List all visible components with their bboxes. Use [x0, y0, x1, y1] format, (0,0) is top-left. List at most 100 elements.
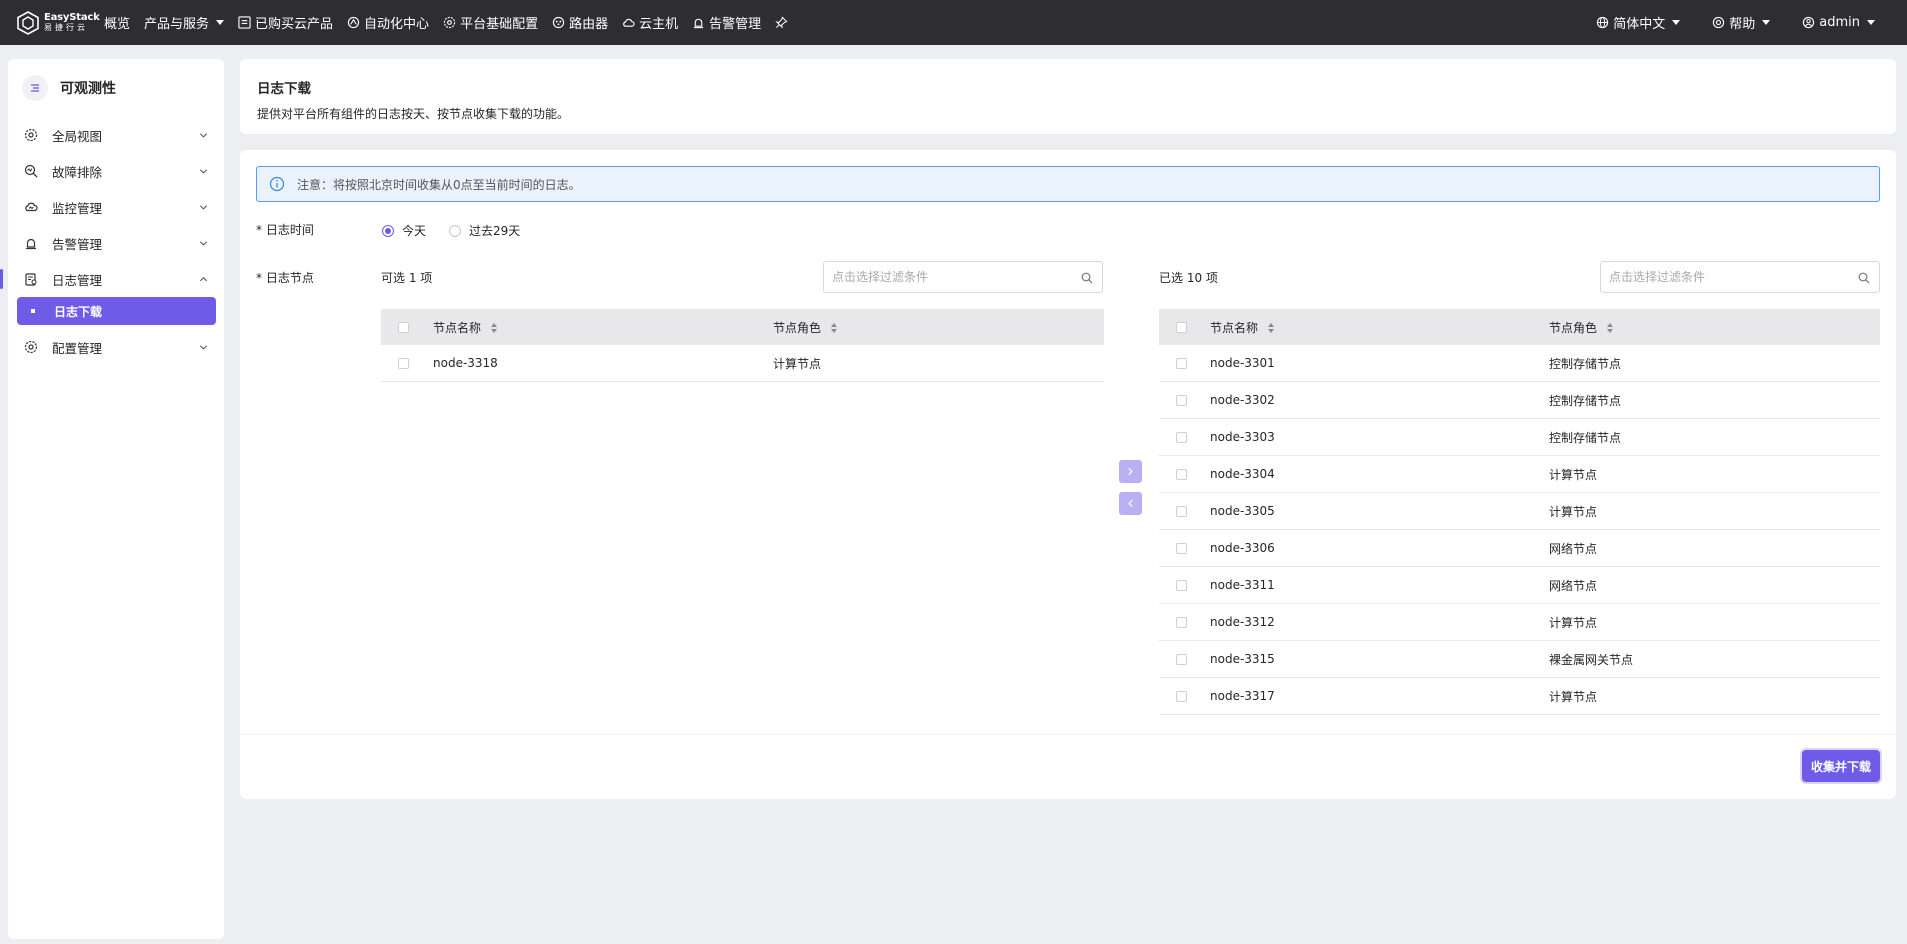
selected-search-input[interactable]: [1609, 270, 1849, 284]
table-row[interactable]: node-3303 控制存储节点: [1159, 419, 1880, 456]
pin-button[interactable]: [775, 16, 788, 29]
help-icon: [1713, 16, 1725, 29]
language-selector[interactable]: 简体中文: [1596, 13, 1681, 32]
selected-count: 已选 10 项: [1159, 271, 1218, 285]
radio-today-label: 今天: [402, 224, 427, 238]
easystack-logo[interactable]: EasyStack 易捷行云: [16, 10, 104, 35]
help-menu[interactable]: 帮助: [1712, 13, 1771, 32]
selected-nodes-table: 节点名称 节点角色 node-3301 控制存储节点 node-3302 控制存储节…: [1159, 309, 1880, 715]
row-checkbox[interactable]: [1176, 468, 1187, 480]
move-left-button[interactable]: [1119, 492, 1142, 515]
row-checkbox[interactable]: [1176, 653, 1187, 665]
node-role-cell: 控制存储节点: [1549, 356, 1622, 371]
row-checkbox[interactable]: [1176, 431, 1187, 443]
nav-purchased-products[interactable]: 已购买云产品: [238, 13, 333, 32]
table-row[interactable]: node-3318 计算节点: [381, 345, 1104, 382]
radio-today[interactable]: 今天: [382, 222, 426, 239]
node-name-cell: node-3301: [1210, 356, 1275, 370]
column-node-role[interactable]: 节点角色: [773, 319, 838, 336]
chevron-down-icon: [199, 345, 208, 350]
row-checkbox[interactable]: [398, 357, 409, 369]
nav-alarm-management[interactable]: 告警管理: [692, 13, 761, 32]
node-role-cell: 计算节点: [1549, 615, 1598, 630]
select-all-checkbox[interactable]: [398, 321, 409, 333]
footer-divider: [240, 734, 1896, 735]
alarm-icon: [26, 238, 36, 250]
sidebar-item-alarm[interactable]: 告警管理: [8, 225, 224, 261]
user-menu[interactable]: admin: [1802, 15, 1875, 30]
row-checkbox[interactable]: [1176, 579, 1187, 591]
radio-past-29-days[interactable]: 过去29天: [449, 222, 520, 239]
available-search-input[interactable]: [832, 270, 1072, 284]
nav-router[interactable]: 路由器: [552, 13, 608, 32]
nav-cloud-host[interactable]: 云主机: [622, 13, 678, 32]
nav-overview[interactable]: 概览: [104, 13, 130, 32]
table-row[interactable]: node-3301 控制存储节点: [1159, 345, 1880, 382]
chevron-down-icon: [199, 241, 208, 246]
selected-search-field[interactable]: [1600, 261, 1880, 293]
row-checkbox[interactable]: [1176, 394, 1187, 406]
collect-and-download-button[interactable]: 收集并下载: [1802, 750, 1880, 782]
row-checkbox[interactable]: [1176, 690, 1187, 702]
notice-text: 注意：将按照北京时间收集从0点至当前时间的日志。: [297, 177, 581, 192]
sidebar-item-label: 全局视图: [52, 128, 103, 144]
column-node-name[interactable]: 节点名称: [433, 319, 498, 336]
chevron-up-icon: [199, 276, 208, 282]
table-row[interactable]: node-3311 网络节点: [1159, 567, 1880, 604]
select-all-checkbox[interactable]: [1176, 321, 1187, 333]
column-node-name[interactable]: 节点名称: [1210, 319, 1275, 336]
sidebar-item-global-view[interactable]: 全局视图: [8, 117, 224, 153]
node-role-cell: 网络节点: [1549, 578, 1598, 593]
sidebar-item-label: 日志管理: [52, 272, 103, 288]
page-header-card: 日志下载 提供对平台所有组件的日志按天、按节点收集下载的功能。: [240, 59, 1896, 134]
nav-automation-center[interactable]: 自动化中心: [347, 13, 429, 32]
nav-products-label: 产品与服务: [144, 17, 210, 32]
table-row[interactable]: node-3302 控制存储节点: [1159, 382, 1880, 419]
log-icon: [25, 273, 37, 286]
node-name-cell: node-3303: [1210, 430, 1275, 444]
row-checkbox[interactable]: [1176, 505, 1187, 517]
nav-platform-config[interactable]: 平台基础配置: [443, 13, 538, 32]
alarm-icon: [693, 18, 704, 29]
sidebar-item-troubleshoot[interactable]: 故障排除: [8, 153, 224, 189]
column-node-role[interactable]: 节点角色: [1549, 319, 1614, 336]
node-role-cell: 网络节点: [1549, 541, 1598, 556]
table-row[interactable]: node-3315 裸金属网关节点: [1159, 641, 1880, 678]
main-nav: 概览 产品与服务 已购买云产品 自动化中心 平台基础配置 路由器 云主机 告警管…: [104, 0, 802, 45]
node-role-cell: 计算节点: [773, 356, 822, 371]
node-name-cell: node-3312: [1210, 615, 1275, 629]
logo-text-en: EasyStack: [44, 11, 100, 23]
router-icon: [552, 16, 565, 29]
nav-platform-config-label: 平台基础配置: [460, 17, 539, 32]
sort-icon: [831, 323, 838, 333]
table-row[interactable]: node-3306 网络节点: [1159, 530, 1880, 567]
chevron-down-icon: [199, 205, 208, 210]
sidebar-item-monitoring[interactable]: 监控管理: [8, 189, 224, 225]
sidebar-item-label: 配置管理: [52, 340, 103, 356]
search-icon: [1858, 272, 1870, 284]
table-row[interactable]: node-3317 计算节点: [1159, 678, 1880, 715]
caret-down-icon: [1867, 20, 1875, 25]
sidebar-subitem-log-download[interactable]: 日志下载: [17, 297, 216, 325]
node-name-cell: node-3315: [1210, 652, 1275, 666]
node-role-cell: 计算节点: [1549, 504, 1598, 519]
row-checkbox[interactable]: [1176, 616, 1187, 628]
move-right-button[interactable]: [1119, 460, 1142, 483]
nav-purchased-label: 已购买云产品: [255, 17, 334, 32]
sort-icon: [491, 323, 498, 333]
chevron-down-icon: [199, 169, 208, 174]
table-row[interactable]: node-3304 计算节点: [1159, 456, 1880, 493]
table-row[interactable]: node-3312 计算节点: [1159, 604, 1880, 641]
menu-icon[interactable]: [22, 75, 48, 101]
sidebar-item-config-management[interactable]: 配置管理: [8, 329, 224, 365]
nav-products-services[interactable]: 产品与服务: [144, 13, 225, 32]
automation-icon: [347, 16, 360, 29]
sidebar-title: 可观测性: [60, 81, 116, 97]
table-row[interactable]: node-3305 计算节点: [1159, 493, 1880, 530]
available-search-field[interactable]: [823, 261, 1103, 293]
row-checkbox[interactable]: [1176, 357, 1187, 369]
log-download-form-card: 注意：将按照北京时间收集从0点至当前时间的日志。 * 日志时间 今天 过去29天…: [240, 150, 1896, 799]
caret-down-icon: [1762, 20, 1771, 25]
row-checkbox[interactable]: [1176, 542, 1187, 554]
sidebar-item-log-management[interactable]: 日志管理: [0, 261, 224, 297]
